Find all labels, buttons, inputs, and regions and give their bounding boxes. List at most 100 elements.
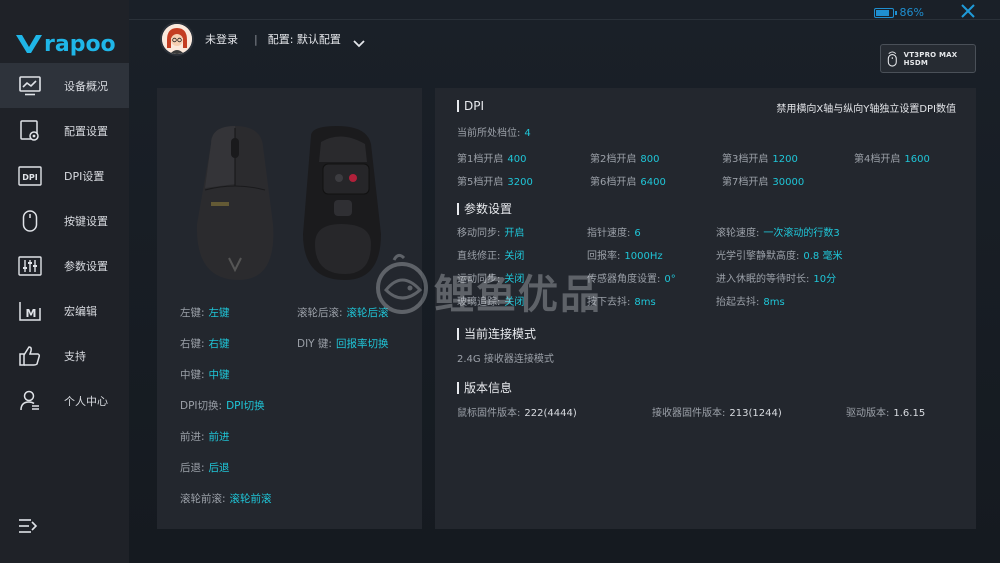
sidebar-item-label: 参数设置 [64, 259, 108, 273]
sidebar-item-support[interactable]: 支持 [0, 333, 129, 378]
key-value[interactable]: DPI切换 [226, 400, 265, 412]
connection-mode: 2.4G 接收器连接模式 [457, 354, 554, 365]
section-title-text: 参数设置 [464, 202, 513, 216]
key-row: 左键: 左键 滚轮后滚: 滚轮后滚 [180, 306, 420, 337]
value: 开启 [504, 228, 525, 239]
param-straight-correction: 直线修正: 关闭 [457, 247, 524, 262]
key-label: 右键: [180, 338, 205, 350]
key-label: 滚轮后滚: [297, 307, 343, 319]
key-label: 前进: [180, 431, 205, 443]
sidebar-item-dpi-settings[interactable]: DPI DPI设置 [0, 153, 129, 198]
key-item: 滚轮后滚: 滚轮后滚 [297, 306, 389, 320]
key-row: DPI切换: DPI切换 [180, 399, 420, 430]
section-title-text: 版本信息 [464, 381, 513, 395]
key-row: 前进: 前进 [180, 430, 420, 461]
macro-icon: M [18, 299, 42, 323]
param-sleep-time: 进入休眠的等待时长: 10分 [716, 270, 836, 285]
param-release-debounce: 抬起去抖: 8ms [716, 293, 785, 308]
key-label: 后退: [180, 462, 205, 474]
wireless-mouse-icon [887, 50, 897, 67]
label: 第4档开启 [854, 154, 901, 165]
dpi-level-4[interactable]: 第4档开启 1600 [854, 150, 930, 165]
key-value[interactable]: 滚轮前滚 [230, 493, 272, 505]
label: 第5档开启 [457, 177, 504, 188]
key-row: 右键: 右键 DIY 键: 回报率切换 [180, 337, 420, 368]
sidebar-item-personal-center[interactable]: 个人中心 [0, 378, 129, 423]
key-value[interactable]: 中键 [209, 369, 230, 381]
dpi-level-1[interactable]: 第1档开启 400 [457, 150, 526, 165]
user-bar: 未登录 | 配置: 默认配置 [160, 22, 365, 56]
label: 运动同步: [457, 274, 501, 285]
battery-icon [873, 7, 897, 18]
sidebar-item-label: 配置设置 [64, 124, 108, 138]
key-overview-panel: 左键: 左键 滚轮后滚: 滚轮后滚 右键: 右键 DIY 键: 回报率切换 中键: 中键 … [157, 88, 422, 529]
label: 接收器固件版本: [652, 408, 726, 419]
key-value[interactable]: 后退 [209, 462, 230, 474]
sidebar-item-label: DPI设置 [64, 169, 105, 183]
settings-page-icon [18, 119, 42, 143]
key-value[interactable]: 左键 [209, 307, 230, 319]
mouse-image [191, 124, 391, 288]
key-label: 中键: [180, 369, 205, 381]
sidebar: rapoo 设备概况 配置设置 DPI DPI设置 按键设置 参数设置 M 宏编… [0, 0, 129, 563]
sliders-icon [18, 254, 42, 278]
dpi-level-2[interactable]: 第2档开启 800 [590, 150, 659, 165]
dpi-current-level: 当前所处档位: 4 [457, 124, 531, 139]
close-icon[interactable] [960, 4, 976, 20]
value: 关闭 [504, 297, 525, 308]
header-separator: | [254, 32, 258, 46]
user-icon [18, 389, 42, 413]
key-row: 后退: 后退 [180, 461, 420, 492]
battery-indicator: 86% [873, 6, 924, 19]
config-selector-label[interactable]: 配置: 默认配置 [268, 31, 341, 47]
label: 玻璃追踪: [457, 297, 501, 308]
dpi-level-3[interactable]: 第3档开启 1200 [722, 150, 798, 165]
dpi-level-5[interactable]: 第5档开启 3200 [457, 173, 533, 188]
key-label: 滚轮前滚: [180, 493, 226, 505]
section-title-text: 当前连接模式 [464, 327, 537, 341]
label: 回报率: [587, 251, 621, 262]
key-row: 中键: 中键 [180, 368, 420, 399]
sidebar-item-config-settings[interactable]: 配置设置 [0, 108, 129, 153]
sidebar-item-device-overview[interactable]: 设备概况 [0, 63, 129, 108]
param-glass-tracking: 玻璃追踪: 关闭 [457, 293, 524, 308]
mouse-product-icon [196, 126, 381, 280]
dpi-section-title: DPI [457, 99, 484, 113]
value: 关闭 [504, 251, 525, 262]
param-lod: 光学引擎静默高度: 0.8 毫米 [716, 247, 842, 262]
rapoo-v-logo-icon [16, 35, 42, 53]
sidebar-item-label: 支持 [64, 349, 86, 363]
menu-toggle-icon[interactable] [18, 517, 40, 537]
rapoo-logo: rapoo [16, 32, 116, 57]
dpi-icon: DPI [18, 164, 42, 188]
value: 1000Hz [624, 251, 663, 262]
user-name[interactable]: 未登录 [205, 31, 238, 47]
key-value[interactable]: 前进 [209, 431, 230, 443]
sidebar-item-param-settings[interactable]: 参数设置 [0, 243, 129, 288]
param-sensor-angle: 传感器角度设置: 0° [587, 270, 676, 285]
sidebar-item-macro-editor[interactable]: M 宏编辑 [0, 288, 129, 333]
dpi-level-6[interactable]: 第6档开启 6400 [590, 173, 666, 188]
thumbs-up-icon [18, 344, 42, 368]
key-value[interactable]: 回报率切换 [336, 338, 389, 350]
device-selector[interactable]: VT3PRO MAX HSDM [880, 44, 976, 73]
avatar[interactable] [160, 22, 194, 56]
receiver-firmware-version: 接收器固件版本: 213(1244) [652, 404, 782, 419]
value: 一次滚动的行数3 [763, 228, 840, 239]
key-value[interactable]: 右键 [209, 338, 230, 350]
value: 4 [524, 128, 531, 139]
value: 8ms [763, 297, 785, 308]
key-value[interactable]: 滚轮后滚 [347, 307, 389, 319]
sidebar-item-key-settings[interactable]: 按键设置 [0, 198, 129, 243]
label: 光学引擎静默高度: [716, 251, 800, 262]
battery-percent: 86% [899, 6, 924, 19]
value: 400 [507, 154, 527, 165]
key-mapping-list: 左键: 左键 滚轮后滚: 滚轮后滚 右键: 右键 DIY 键: 回报率切换 中键: 中键 … [180, 306, 420, 523]
label: 第2档开启 [590, 154, 637, 165]
value: 10分 [813, 274, 837, 285]
sidebar-item-label: 设备概况 [64, 79, 108, 93]
sidebar-item-label: 个人中心 [64, 394, 108, 408]
dpi-level-7[interactable]: 第7档开启 30000 [722, 173, 804, 188]
chevron-down-icon[interactable] [353, 33, 365, 48]
dpi-axis-note: 禁用横向X轴与纵向Y轴独立设置DPI数值 [776, 104, 956, 115]
